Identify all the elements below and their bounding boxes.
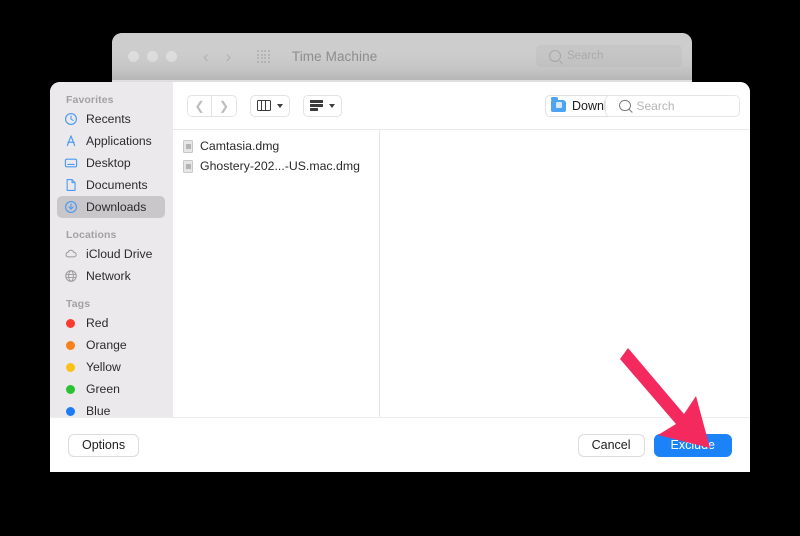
list-item[interactable]: Camtasia.dmg [173, 136, 379, 156]
tag-dot-icon [66, 319, 75, 328]
sidebar-item-tag-red[interactable]: Red [57, 312, 165, 334]
disk-image-icon [183, 160, 193, 173]
time-machine-search-field[interactable]: Search [536, 45, 682, 67]
time-machine-titlebar: ‹ › Time Machine Search [112, 33, 692, 80]
file-name: Camtasia.dmg [200, 139, 279, 153]
sidebar-item-label: Documents [86, 178, 148, 192]
sidebar-item-applications[interactable]: Applications [57, 130, 165, 152]
view-mode-button[interactable] [250, 95, 290, 117]
dialog-toolbar: ❮ ❯ Downloads [173, 82, 750, 130]
cancel-button[interactable]: Cancel [578, 434, 645, 457]
globe-icon [64, 269, 78, 283]
desktop-icon [64, 156, 78, 170]
tag-dot-icon [66, 385, 75, 394]
screenshot-root: ‹ › Time Machine Search Favorites [0, 0, 800, 536]
chevron-right-icon[interactable]: ❯ [212, 95, 237, 117]
dialog-main-area: Favorites Recents Applications [50, 82, 750, 417]
search-icon [619, 100, 631, 112]
sidebar-item-documents[interactable]: Documents [57, 174, 165, 196]
group-by-icon [310, 100, 323, 111]
tag-dot-icon [66, 363, 75, 372]
tag-dot-icon [66, 407, 75, 416]
sidebar-item-desktop[interactable]: Desktop [57, 152, 165, 174]
tag-dot-icon [66, 341, 75, 350]
time-machine-search-placeholder: Search [567, 50, 603, 62]
sidebar-group-label-tags: Tags [66, 298, 173, 310]
chevron-down-icon [277, 104, 283, 108]
finder-sidebar[interactable]: Favorites Recents Applications [50, 82, 173, 417]
sidebar-item-label: Orange [86, 338, 127, 352]
sidebar-item-icloud-drive[interactable]: iCloud Drive [57, 243, 165, 265]
downloads-icon [64, 200, 78, 214]
sidebar-group-locations: Locations iCloud Drive Networ [50, 229, 173, 287]
file-name: Ghostery-202...-US.mac.dmg [200, 159, 360, 173]
column-browser: Camtasia.dmg Ghostery-202...-US.mac.dmg [173, 130, 750, 417]
downloads-folder-icon [551, 100, 566, 112]
sidebar-item-label: Applications [86, 134, 152, 148]
sidebar-item-label: Recents [86, 112, 131, 126]
sidebar-item-tag-orange[interactable]: Orange [57, 334, 165, 356]
search-placeholder: Search [637, 99, 675, 113]
clock-icon [64, 112, 78, 126]
search-input[interactable]: Search [605, 95, 740, 117]
sidebar-item-recents[interactable]: Recents [57, 108, 165, 130]
exclude-button[interactable]: Exclude [654, 434, 732, 457]
sidebar-group-label-favorites: Favorites [66, 94, 173, 106]
chevron-down-icon [329, 104, 335, 108]
time-machine-title: Time Machine [292, 49, 377, 64]
disk-image-icon [183, 140, 193, 153]
close-button[interactable] [128, 51, 139, 62]
sidebar-item-label: Yellow [86, 360, 121, 374]
search-icon [549, 50, 561, 62]
sidebar-group-tags: Tags Red Orange Yellow [50, 298, 173, 417]
sidebar-item-label: Downloads [86, 200, 146, 214]
time-machine-nav[interactable]: ‹ › [203, 48, 231, 65]
sidebar-item-label: Green [86, 382, 120, 396]
sidebar-item-label: Network [86, 269, 131, 283]
sidebar-item-tag-yellow[interactable]: Yellow [57, 356, 165, 378]
cloud-icon [64, 247, 78, 261]
dialog-action-bar: Options Cancel Exclude [50, 417, 750, 472]
zoom-button[interactable] [166, 51, 177, 62]
options-button[interactable]: Options [68, 434, 139, 457]
preview-column [380, 130, 750, 417]
sidebar-group-favorites: Favorites Recents Applications [50, 94, 173, 218]
column-view-icon [257, 100, 271, 111]
file-list-column[interactable]: Camtasia.dmg Ghostery-202...-US.mac.dmg [173, 130, 380, 417]
sidebar-item-downloads[interactable]: Downloads [57, 196, 165, 218]
chevron-right-icon[interactable]: › [226, 48, 232, 65]
sidebar-item-label: Blue [86, 404, 110, 417]
list-item[interactable]: Ghostery-202...-US.mac.dmg [173, 156, 379, 176]
sidebar-item-label: iCloud Drive [86, 247, 152, 261]
sidebar-item-network[interactable]: Network [57, 265, 165, 287]
sidebar-item-tag-blue[interactable]: Blue [57, 400, 165, 417]
minimize-button[interactable] [147, 51, 158, 62]
exclude-file-dialog: Favorites Recents Applications [50, 82, 750, 472]
file-browser: ❮ ❯ Downloads [173, 82, 750, 417]
sidebar-item-label: Red [86, 316, 108, 330]
grid-view-icon[interactable] [257, 50, 270, 63]
document-icon [64, 178, 78, 192]
chevron-left-icon[interactable]: ❮ [187, 95, 212, 117]
chevron-left-icon[interactable]: ‹ [203, 48, 209, 65]
traffic-light-buttons[interactable] [128, 51, 177, 62]
group-by-button[interactable] [303, 95, 342, 117]
nav-buttons[interactable]: ❮ ❯ [187, 95, 237, 117]
sidebar-item-tag-green[interactable]: Green [57, 378, 165, 400]
applications-icon [64, 134, 78, 148]
sidebar-group-label-locations: Locations [66, 229, 173, 241]
sidebar-item-label: Desktop [86, 156, 131, 170]
